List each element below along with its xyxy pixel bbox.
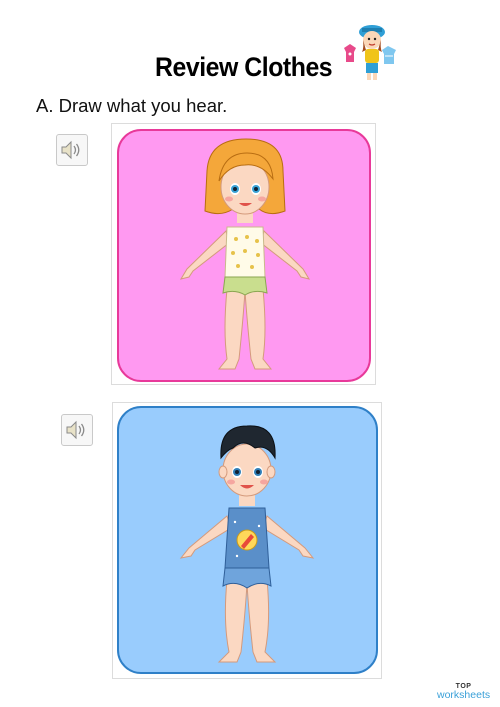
- play-audio-button-1[interactable]: [56, 134, 88, 166]
- exercise-card-2: [117, 406, 378, 674]
- logo-bottom-text: worksheets: [437, 689, 491, 701]
- worksheet-title: Review Clothes: [155, 52, 333, 82]
- play-audio-button-2[interactable]: [61, 414, 93, 446]
- girl-figure-image: [179, 138, 311, 370]
- topworksheets-logo: TOP worksheets: [437, 683, 490, 701]
- speaker-icon: [66, 420, 85, 440]
- exercise-card-1: [117, 129, 371, 382]
- speaker-icon: [61, 140, 80, 160]
- instruction-text: A. Draw what you hear.: [36, 95, 228, 116]
- boy-figure-image: [179, 425, 315, 663]
- mascot-kid-with-clothes-icon: [344, 25, 396, 80]
